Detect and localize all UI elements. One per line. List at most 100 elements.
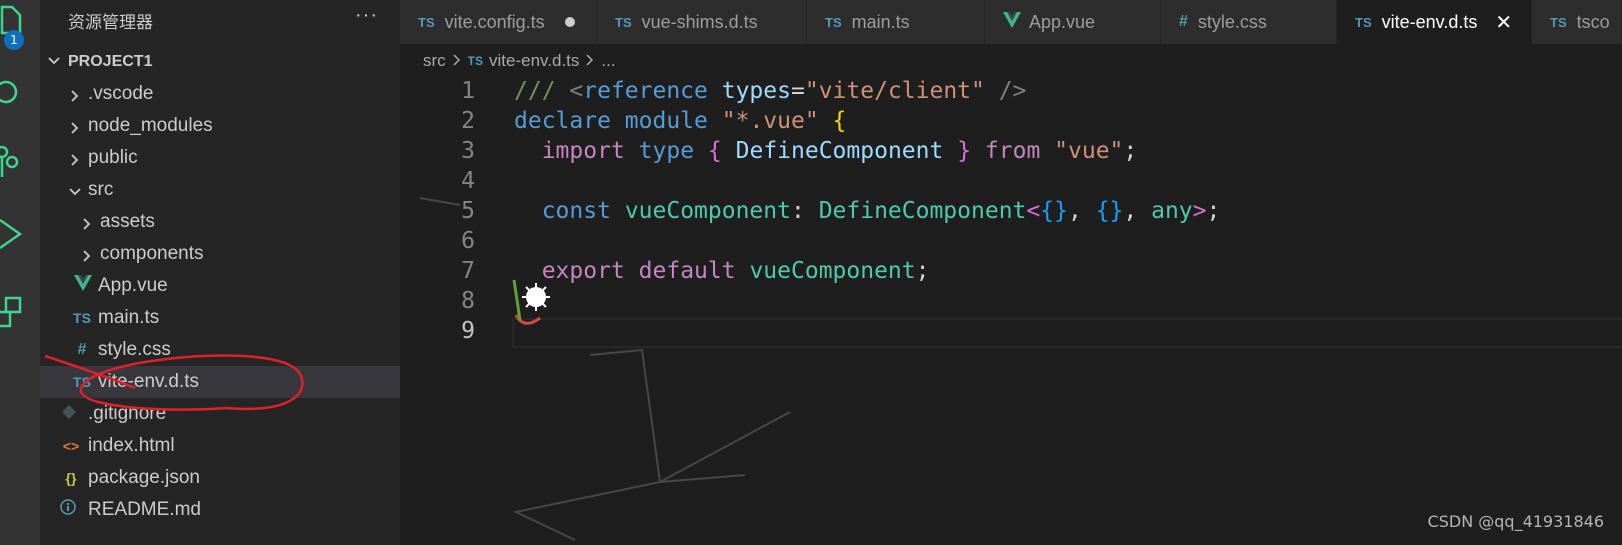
ts-icon: TS <box>1550 14 1567 30</box>
tree-item-label: src <box>88 179 114 200</box>
tree-item-label: App.vue <box>98 275 168 296</box>
tree-item-readme[interactable]: README.md <box>40 494 400 526</box>
tab-label: vite.config.ts <box>444 11 545 32</box>
breadcrumb-folder[interactable]: src <box>423 51 446 71</box>
vue-icon <box>1003 11 1021 33</box>
tree-item-label: components <box>100 243 204 264</box>
notification-badge: 1 <box>4 30 24 50</box>
vue-icon <box>74 275 94 297</box>
tree-item-assets[interactable]: assets <box>40 206 400 238</box>
tree-item-vscode[interactable]: .vscode <box>40 78 400 110</box>
tab-label: main.ts <box>851 11 910 32</box>
tree-item-src[interactable]: src <box>40 174 400 206</box>
chevron-down-icon <box>40 54 68 71</box>
json-icon: {} <box>65 470 77 486</box>
tree-item-label: style.css <box>98 339 171 360</box>
line-number: 4 <box>461 168 475 194</box>
tab-tsconfig[interactable]: TS tsco <box>1532 0 1622 44</box>
tree-item-public[interactable]: public <box>40 142 400 174</box>
ts-icon: TS <box>1355 14 1372 30</box>
tab-label: tsco <box>1576 11 1610 32</box>
tree-item-components[interactable]: components <box>40 238 400 270</box>
tree-item-label: vite-env.d.ts <box>98 371 200 392</box>
tab-label: vue-shims.d.ts <box>641 11 758 32</box>
tab-label: App.vue <box>1029 11 1096 32</box>
tab-style-css[interactable]: # style.css <box>1161 0 1337 44</box>
chevron-down-icon <box>68 183 82 197</box>
activity-bar: 1 <box>0 0 40 545</box>
ts-icon: TS <box>467 54 484 68</box>
source-control-icon[interactable] <box>0 142 40 182</box>
tree-item-app-vue[interactable]: App.vue <box>40 270 400 302</box>
git-icon <box>62 403 82 425</box>
chevron-right-icon <box>68 87 82 102</box>
chevron-right-icon <box>80 215 94 230</box>
chevron-right-icon <box>68 119 82 134</box>
code-line-1: /// <reference types="vite/client" /> <box>514 78 1027 104</box>
line-number: 8 <box>461 288 475 314</box>
search-icon[interactable] <box>0 72 40 112</box>
css-icon: # <box>1179 13 1188 30</box>
watermark: CSDN @qq_41931846 <box>1427 512 1604 531</box>
tab-vite-config[interactable]: TS vite.config.ts <box>400 0 597 44</box>
tree-item-label: package.json <box>88 467 200 488</box>
chevron-right-icon <box>80 247 94 262</box>
code-line-3: import type { DefineComponent } from "vu… <box>541 138 1138 164</box>
close-icon[interactable]: ✕ <box>1495 10 1512 35</box>
line-number: 6 <box>461 228 475 254</box>
ts-icon: TS <box>73 310 91 326</box>
breadcrumb-tail[interactable]: ... <box>601 51 615 71</box>
project-header[interactable]: PROJECT1 <box>40 48 400 76</box>
chevron-right-icon <box>452 53 462 70</box>
tree-item-label: assets <box>100 211 155 232</box>
tree-item-label: node_modules <box>88 115 213 136</box>
tree-item-label: public <box>88 147 138 168</box>
extensions-icon[interactable] <box>0 290 40 330</box>
tab-main-ts[interactable]: TS main.ts <box>807 0 985 44</box>
tree-item-label: main.ts <box>98 307 160 328</box>
chevron-right-icon <box>585 53 595 70</box>
tab-label: style.css <box>1197 11 1267 32</box>
tree-item-package-json[interactable]: {} package.json <box>40 462 400 494</box>
tree-item-label: .vscode <box>88 83 154 104</box>
line-number: 2 <box>461 108 475 134</box>
code-editor[interactable]: 1 2 3 4 5 6 7 8 9 /// <reference types="… <box>400 76 1622 545</box>
line-number: 5 <box>461 198 475 224</box>
line-number: 9 <box>461 318 475 344</box>
tree-item-main-ts[interactable]: TS main.ts <box>40 302 400 334</box>
code-line-7: export default vueComponent; <box>541 258 930 284</box>
tree-item-gitignore[interactable]: .gitignore <box>40 398 400 430</box>
css-icon: # <box>77 341 87 358</box>
tab-vite-env[interactable]: TS vite-env.d.ts ✕ <box>1337 0 1532 44</box>
info-icon <box>60 499 82 521</box>
ts-icon: TS <box>825 14 842 30</box>
code-line-2: declare module "*.vue" { <box>514 108 847 134</box>
tree-item-node-modules[interactable]: node_modules <box>40 110 400 142</box>
tree-item-label: README.md <box>88 499 201 520</box>
tree-item-style-css[interactable]: # style.css <box>40 334 400 366</box>
tree-item-label: index.html <box>88 435 175 456</box>
current-line-highlight <box>512 318 1622 348</box>
sidebar-title: 资源管理器 <box>68 13 153 33</box>
unsaved-dot-icon[interactable] <box>564 17 575 27</box>
editor-tabs: TS vite.config.ts TS vue-shims.d.ts TS m… <box>400 0 1622 44</box>
tree-item-label: .gitignore <box>88 403 167 424</box>
tree-item-vite-env[interactable]: TS vite-env.d.ts <box>40 366 400 398</box>
ts-icon: TS <box>418 14 435 30</box>
ts-icon: TS <box>615 14 632 30</box>
more-actions-icon[interactable]: ··· <box>355 4 378 27</box>
line-number: 7 <box>461 258 475 284</box>
tab-label: vite-env.d.ts <box>1381 11 1478 32</box>
tab-vue-shims[interactable]: TS vue-shims.d.ts <box>597 0 807 44</box>
line-number: 1 <box>461 78 475 104</box>
breadcrumb-file[interactable]: vite-env.d.ts <box>489 51 579 71</box>
code-line-5: const vueComponent: DefineComponent<{}, … <box>541 198 1221 224</box>
project-name: PROJECT1 <box>68 53 153 70</box>
ts-icon: TS <box>73 374 91 390</box>
tree-item-index-html[interactable]: <> index.html <box>40 430 400 462</box>
chevron-right-icon <box>68 151 82 166</box>
run-debug-icon[interactable] <box>0 214 40 254</box>
breadcrumb: src TS vite-env.d.ts ... <box>423 48 616 74</box>
html-icon: <> <box>62 438 80 454</box>
tab-app-vue[interactable]: App.vue <box>985 0 1161 44</box>
